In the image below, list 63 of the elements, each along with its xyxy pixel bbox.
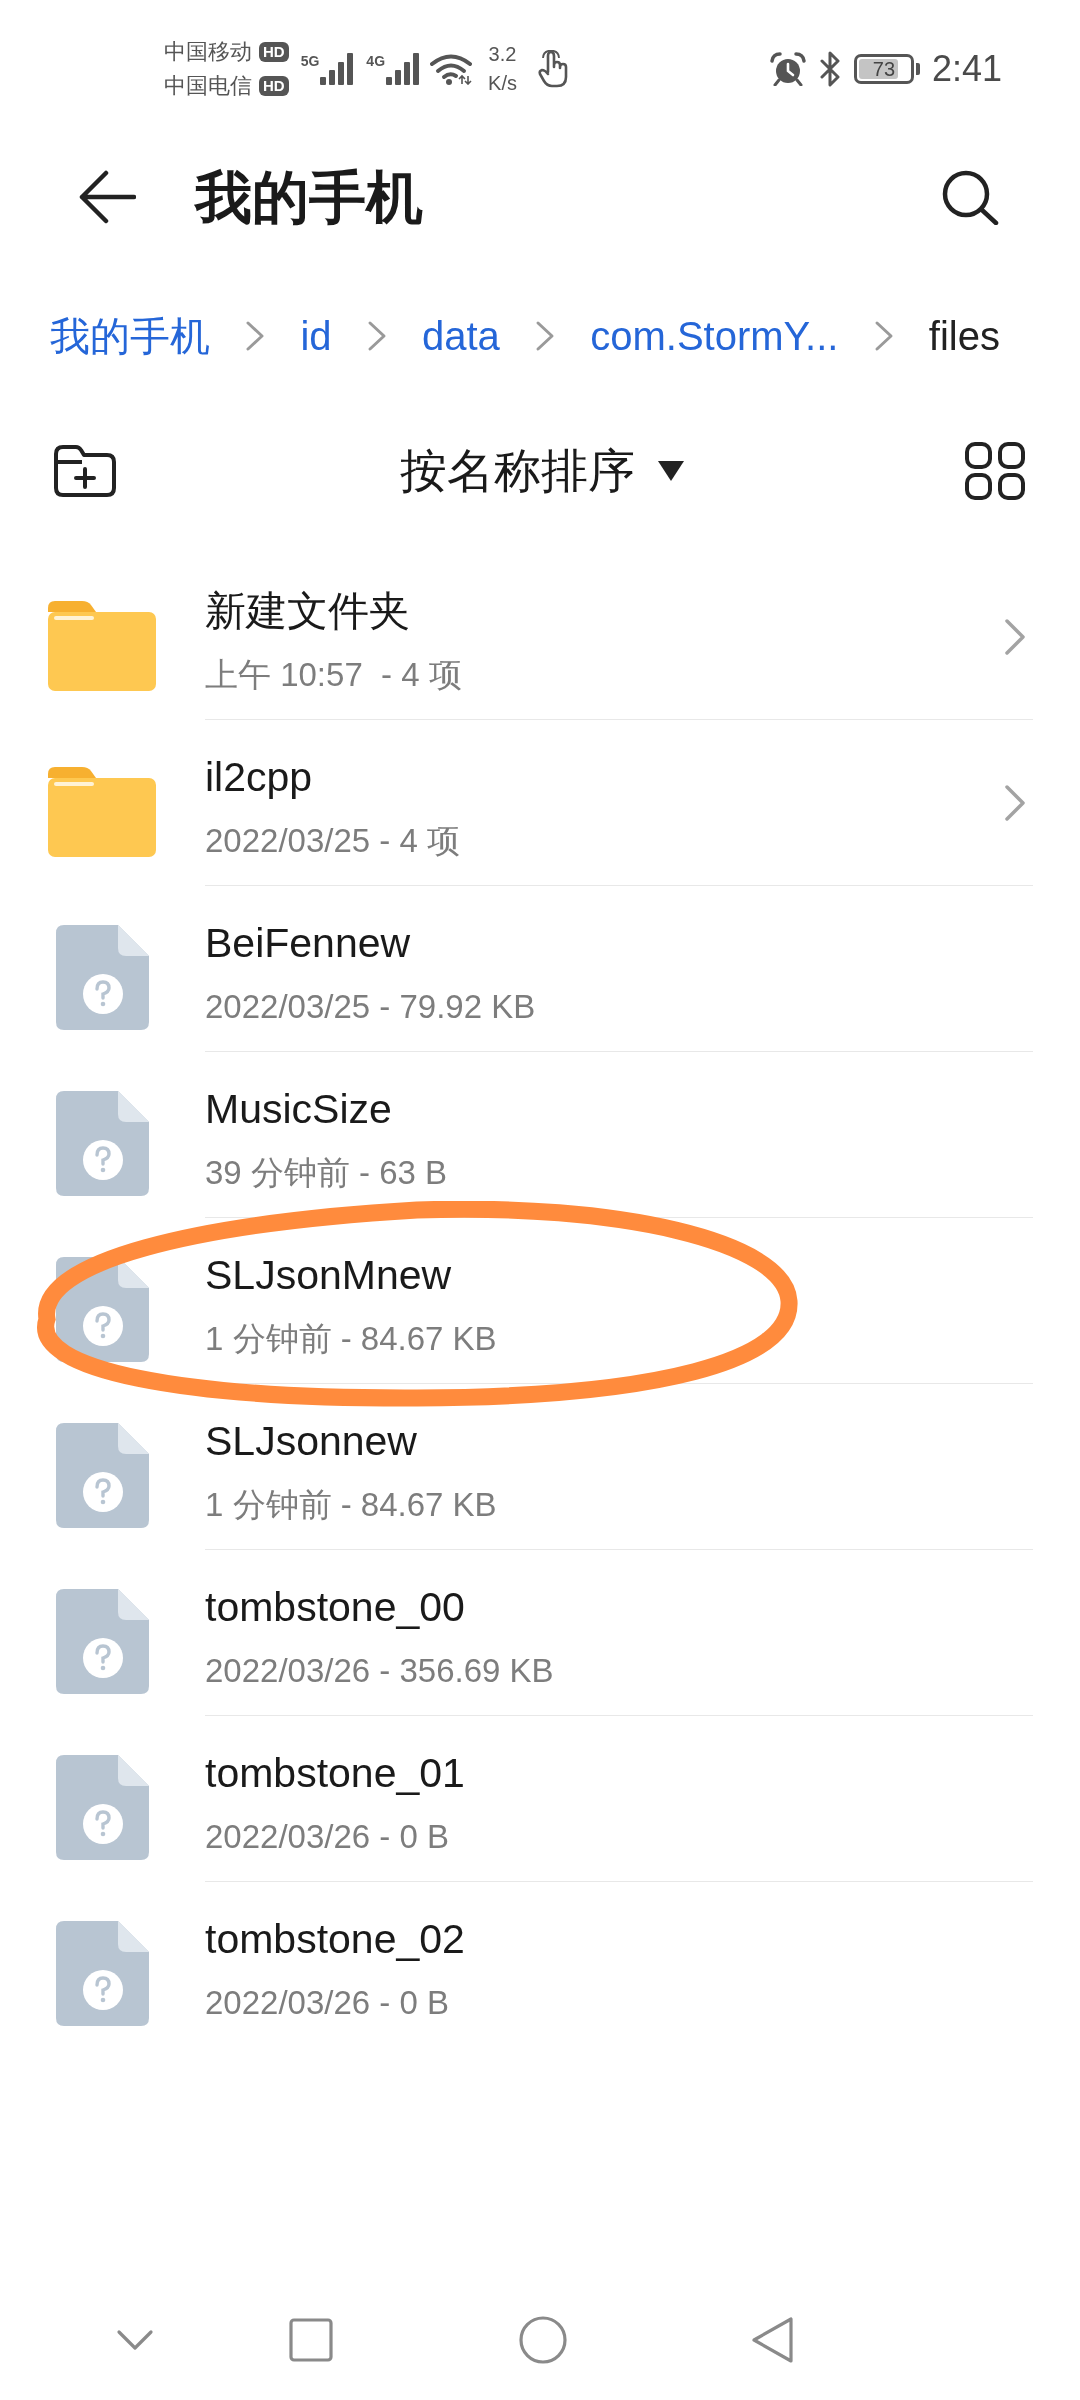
page-title: 我的手机 bbox=[195, 164, 423, 231]
new-folder-icon[interactable] bbox=[52, 444, 118, 498]
net-speed-unit: K/s bbox=[488, 71, 517, 96]
clock-time: 2:41 bbox=[931, 49, 1002, 89]
back-icon[interactable] bbox=[78, 170, 136, 224]
unknown-file-icon bbox=[55, 1090, 149, 1196]
signal-icon bbox=[320, 53, 355, 85]
unknown-file-icon bbox=[55, 924, 149, 1030]
breadcrumb-link[interactable]: files bbox=[928, 311, 1000, 361]
hd-badge: HD bbox=[259, 42, 289, 62]
unknown-file-icon bbox=[55, 1754, 149, 1860]
grid-view-icon[interactable] bbox=[965, 442, 1025, 500]
chevron-right-icon bbox=[245, 320, 266, 352]
hd-badge: HD bbox=[259, 76, 289, 96]
caret-down-icon bbox=[657, 461, 684, 481]
file-name: tombstone_01 bbox=[205, 1748, 465, 1798]
file-name: tombstone_02 bbox=[205, 1915, 465, 1964]
hand-icon bbox=[536, 50, 569, 88]
file-details: 2022/03/26 - 0 B bbox=[205, 1816, 450, 1857]
file-details: 1 分钟前 - 84.67 KB bbox=[205, 1484, 497, 1525]
file-details: 39 分钟前 - 63 B bbox=[205, 1152, 448, 1193]
folder-icon bbox=[48, 765, 156, 857]
breadcrumb-link[interactable]: data bbox=[421, 311, 500, 361]
file-name: il2cpp bbox=[205, 752, 313, 802]
chevron-right-icon bbox=[535, 320, 555, 352]
carrier-name: 中国电信 bbox=[164, 72, 252, 100]
wifi-icon bbox=[430, 53, 473, 85]
search-icon[interactable] bbox=[941, 169, 999, 225]
file-name: SLJsonMnew bbox=[205, 1250, 452, 1300]
battery-percentage: 73 bbox=[872, 58, 896, 80]
network-type-label: 4G bbox=[366, 53, 386, 69]
breadcrumb-link[interactable]: 我的手机 bbox=[50, 311, 210, 361]
net-speed-value: 3.2 bbox=[488, 42, 517, 67]
chevron-right-icon[interactable] bbox=[1004, 783, 1026, 822]
unknown-file-icon bbox=[55, 1920, 149, 2026]
triangle-icon[interactable] bbox=[751, 2316, 795, 2364]
alarm-clock-icon bbox=[769, 52, 806, 86]
breadcrumb-link[interactable]: id bbox=[300, 311, 332, 361]
file-name: BeiFennew bbox=[205, 918, 411, 968]
sort-dropdown[interactable]: 按名称排序 bbox=[399, 441, 684, 501]
file-details: 2022/03/25 - 4 项 bbox=[205, 820, 460, 861]
circle-icon[interactable] bbox=[519, 2316, 567, 2364]
file-name: SLJsonnew bbox=[205, 1416, 417, 1466]
chevron-right-icon bbox=[366, 320, 387, 352]
unknown-file-icon bbox=[55, 1422, 149, 1528]
chevron-down-icon[interactable] bbox=[116, 2329, 154, 2351]
network-type-label: 5G bbox=[300, 53, 320, 69]
file-details: 2022/03/25 - 79.92 KB bbox=[205, 986, 536, 1027]
file-details: 2022/03/26 - 0 B bbox=[205, 1983, 450, 2023]
file-details: 上午 10:57 - 4 项 bbox=[205, 654, 462, 695]
chevron-right-icon bbox=[873, 320, 894, 352]
square-icon[interactable] bbox=[289, 2318, 333, 2362]
folder-icon bbox=[48, 599, 156, 691]
file-name: 新建文件夹 bbox=[205, 586, 410, 636]
breadcrumb-link[interactable]: com.StormY... bbox=[590, 311, 839, 361]
chevron-right-icon[interactable] bbox=[1004, 617, 1026, 656]
unknown-file-icon bbox=[55, 1588, 149, 1694]
carrier-name: 中国移动 bbox=[164, 38, 252, 66]
file-name: tombstone_00 bbox=[205, 1582, 465, 1632]
file-details: 1 分钟前 - 84.67 KB bbox=[205, 1318, 497, 1359]
file-name: MusicSize bbox=[205, 1084, 392, 1134]
signal-icon bbox=[386, 53, 421, 85]
file-details: 2022/03/26 - 356.69 KB bbox=[205, 1650, 554, 1691]
